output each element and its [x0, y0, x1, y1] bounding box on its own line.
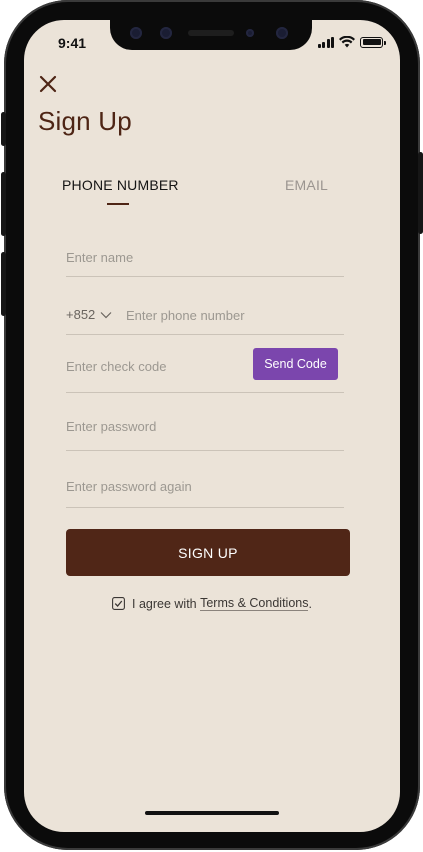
- terms-agreement: I agree with Terms & Conditions .: [112, 596, 312, 611]
- sign-up-button[interactable]: SIGN UP: [66, 529, 350, 576]
- wifi-icon: [339, 36, 355, 48]
- speaker-grille: [188, 30, 234, 36]
- home-indicator: [145, 811, 279, 815]
- check-code-field-row: Send Code: [66, 348, 344, 393]
- chevron-down-icon: [100, 311, 112, 318]
- active-tab-indicator: [107, 203, 129, 205]
- password-input[interactable]: [66, 415, 336, 437]
- volume-down-button: [1, 252, 6, 316]
- volume-up-button: [1, 172, 6, 236]
- name-field-row: [66, 246, 344, 277]
- password-field-row: [66, 415, 344, 451]
- tab-phone-number[interactable]: PHONE NUMBER: [62, 177, 179, 193]
- checkbox-checked-icon[interactable]: [112, 597, 125, 610]
- sensor-icon: [130, 27, 142, 39]
- front-camera-icon: [276, 27, 288, 39]
- country-code-select[interactable]: +852: [66, 307, 112, 322]
- sensor-icon: [160, 27, 172, 39]
- name-input[interactable]: [66, 246, 336, 268]
- password-again-field-row: [66, 475, 344, 508]
- page-title: Sign Up: [38, 106, 132, 136]
- battery-icon: [360, 36, 386, 48]
- agreement-suffix: .: [308, 596, 312, 611]
- mute-switch: [1, 112, 6, 146]
- tab-email[interactable]: EMAIL: [285, 177, 328, 193]
- terms-link[interactable]: Terms & Conditions: [200, 596, 309, 611]
- phone-field-row: +852: [66, 304, 344, 335]
- close-button[interactable]: [38, 74, 58, 94]
- power-button: [418, 152, 423, 234]
- close-x-icon: [39, 75, 57, 93]
- phone-input[interactable]: [126, 304, 338, 326]
- front-camera-icon: [246, 29, 254, 37]
- check-code-input[interactable]: [66, 355, 246, 377]
- send-code-button[interactable]: Send Code: [253, 348, 338, 380]
- agreement-prefix: I agree with: [132, 596, 201, 611]
- country-code-value: +852: [66, 307, 96, 322]
- cellular-signal-icon: [317, 36, 334, 48]
- status-icons: [317, 36, 386, 48]
- status-time: 9:41: [58, 35, 87, 51]
- password-again-input[interactable]: [66, 475, 336, 497]
- notch: [110, 20, 312, 50]
